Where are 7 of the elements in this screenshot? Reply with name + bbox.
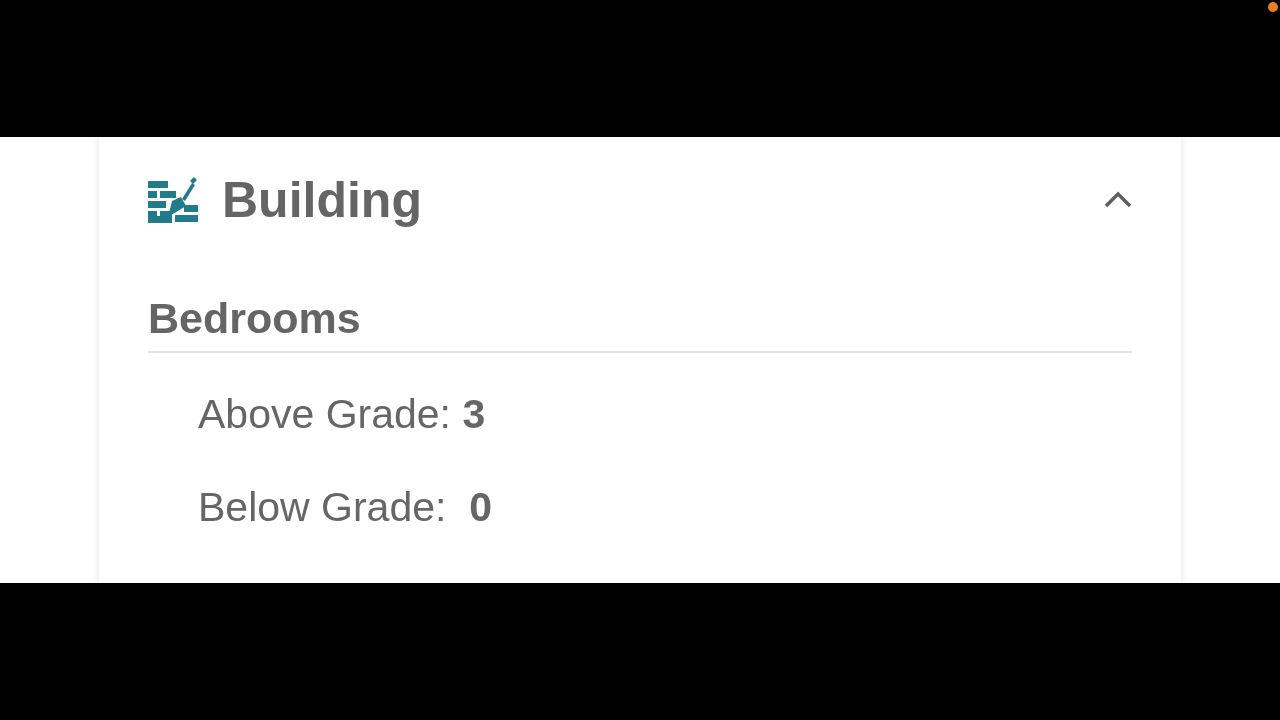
- group-heading: Bedrooms: [148, 292, 1132, 353]
- chevron-icon[interactable]: [1104, 191, 1132, 209]
- section-title: Building: [222, 171, 422, 230]
- brick-wall-trowel-icon: [148, 177, 198, 223]
- recording-dot-icon: [1268, 2, 1278, 12]
- bedroom-count-text: Below Grade: 0: [197, 483, 493, 532]
- bedroom-count-text: Above Grade: 3: [197, 390, 487, 439]
